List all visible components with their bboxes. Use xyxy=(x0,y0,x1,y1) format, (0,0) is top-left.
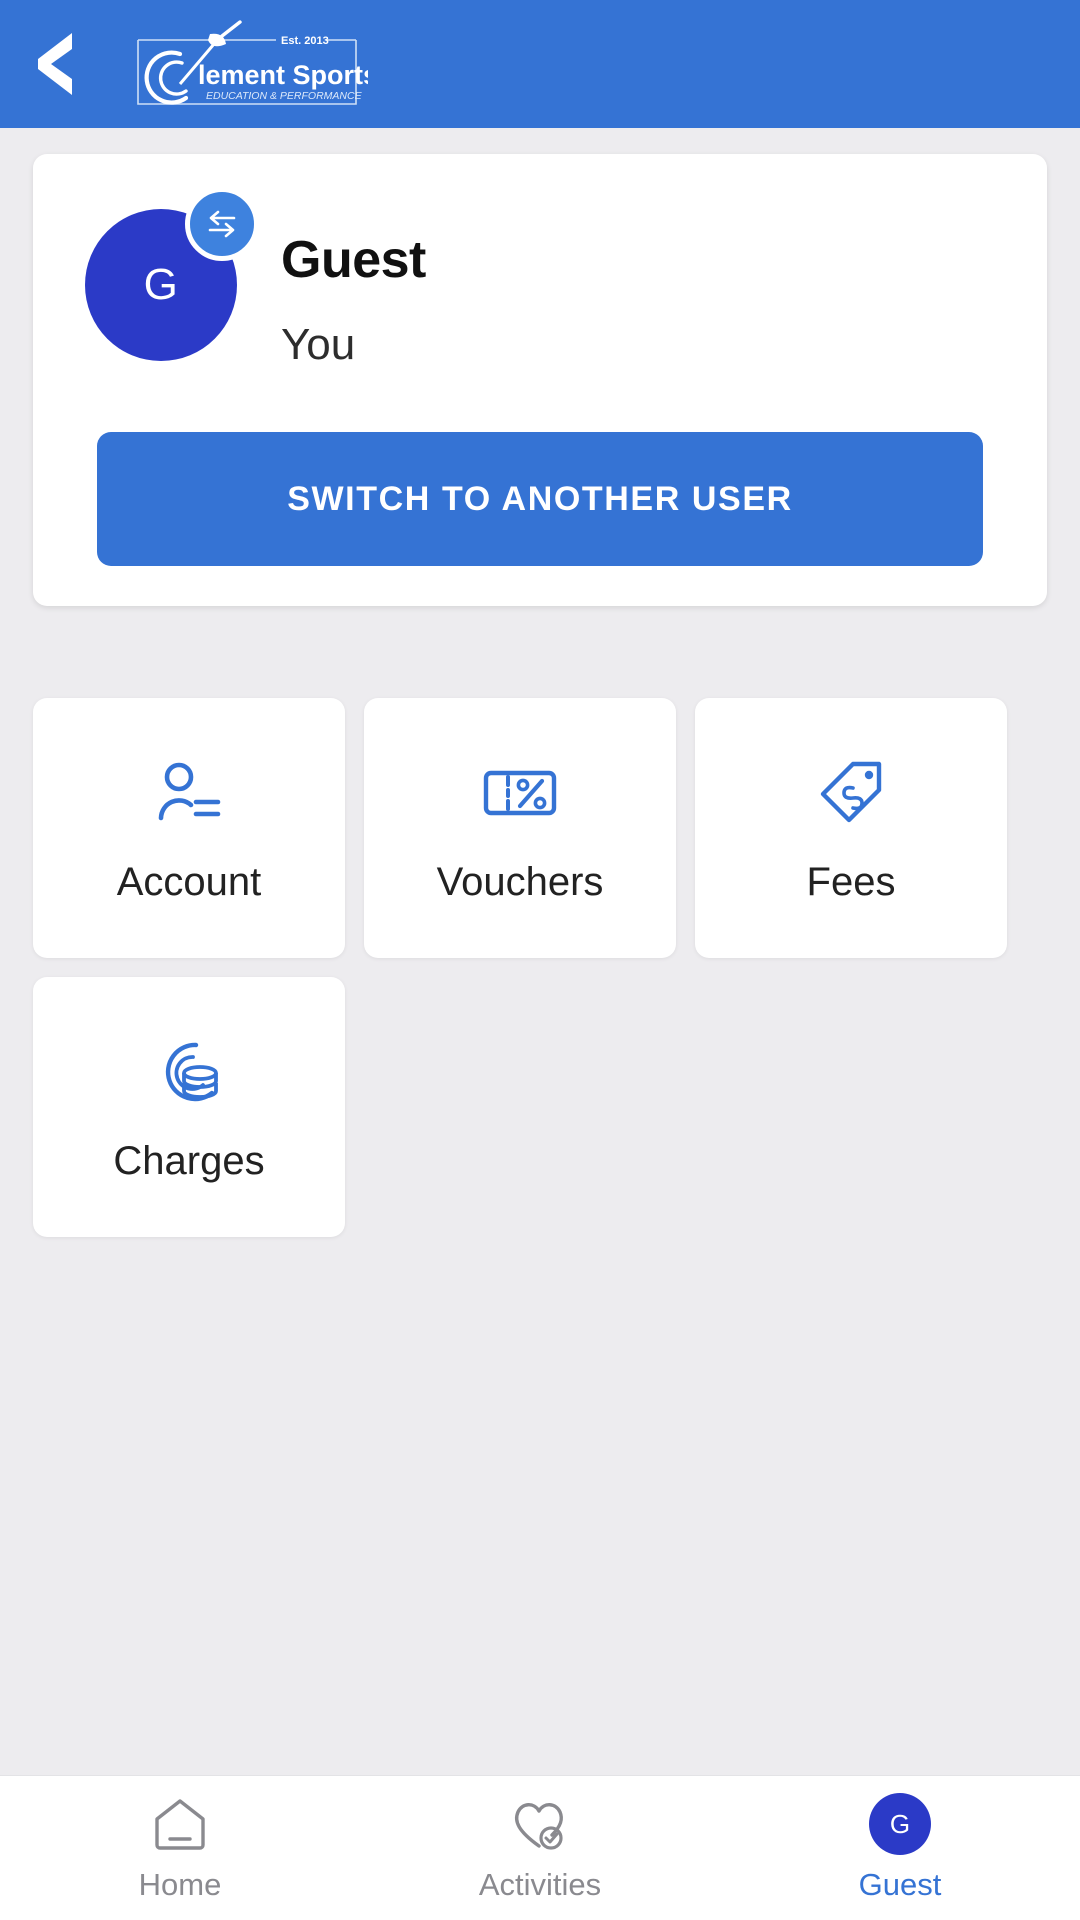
bottom-navigation: Home Activities G Guest xyxy=(0,1775,1080,1920)
swap-user-badge-button[interactable] xyxy=(185,187,259,261)
tile-label: Fees xyxy=(806,859,896,904)
nav-avatar: G xyxy=(869,1793,931,1855)
app-root: lement Sports EDUCATION & PERFORMANCE Es… xyxy=(0,0,1080,1920)
profile-name: Guest xyxy=(281,231,426,289)
home-icon xyxy=(149,1793,211,1855)
nav-item-guest[interactable]: G Guest xyxy=(720,1776,1080,1920)
tile-account[interactable]: Account xyxy=(33,698,345,958)
tile-label: Vouchers xyxy=(436,859,604,904)
nav-avatar-initial: G xyxy=(889,1808,911,1839)
shortcut-tile-grid: Account Vouchers Fees Charges xyxy=(33,698,1047,1237)
dart-target-icon: lement Sports EDUCATION & PERFORMANCE Es… xyxy=(137,20,368,105)
tile-label: Charges xyxy=(113,1138,265,1183)
profile-identity: G Guest You xyxy=(85,187,426,370)
switch-user-button[interactable]: SWITCH TO ANOTHER USER xyxy=(97,432,983,566)
ticket-percent-icon xyxy=(482,752,558,834)
price-tag-icon xyxy=(815,752,887,834)
avatar-initial: G xyxy=(143,260,179,309)
app-header: lement Sports EDUCATION & PERFORMANCE Es… xyxy=(0,0,1080,128)
brand-name-text: lement Sports xyxy=(198,60,368,90)
tile-charges[interactable]: Charges xyxy=(33,977,345,1237)
tile-fees[interactable]: Fees xyxy=(695,698,1007,958)
person-list-icon xyxy=(152,752,226,834)
profile-card: G Guest You SWITCH TO ANOTHER USER xyxy=(33,154,1047,606)
nav-label: Guest xyxy=(858,1867,942,1902)
swap-arrows-icon xyxy=(208,210,236,238)
nav-label: Home xyxy=(138,1867,222,1902)
avatar-holder: G xyxy=(85,187,259,361)
back-button[interactable] xyxy=(0,0,110,128)
coins-circle-icon xyxy=(152,1031,226,1113)
brand-tagline-text: EDUCATION & PERFORMANCE xyxy=(206,90,363,102)
heart-check-icon xyxy=(508,1793,572,1855)
back-chevron-icon xyxy=(38,33,72,95)
profile-names: Guest You xyxy=(281,209,426,370)
nav-label: Activities xyxy=(478,1867,602,1902)
tile-label: Account xyxy=(116,859,262,904)
brand-est-text: Est. 2013 xyxy=(281,35,329,47)
tile-vouchers[interactable]: Vouchers xyxy=(364,698,676,958)
nav-item-activities[interactable]: Activities xyxy=(360,1776,720,1920)
page-content: G Guest You SWITCH TO ANOTHER USER Accou… xyxy=(0,128,1080,1775)
nav-item-home[interactable]: Home xyxy=(0,1776,360,1920)
profile-relation: You xyxy=(281,319,356,369)
brand-logo: lement Sports EDUCATION & PERFORMANCE Es… xyxy=(128,14,368,114)
user-avatar-icon: G xyxy=(869,1793,931,1855)
